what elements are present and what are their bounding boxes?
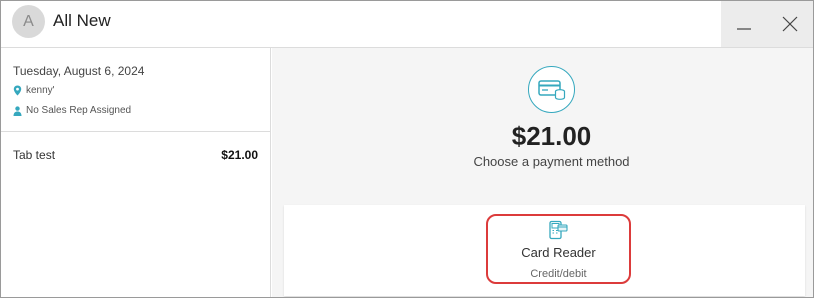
card-reader-icon	[549, 220, 568, 240]
tab-line-item[interactable]: Tab test $21.00	[13, 148, 258, 162]
payment-amount: $21.00	[511, 121, 592, 151]
order-info: Tuesday, August 6, 2024 kenny' No Sales …	[1, 48, 270, 132]
avatar: A	[12, 5, 45, 38]
card-reader-label: Card Reader	[521, 245, 596, 260]
order-date: Tuesday, August 6, 2024	[13, 64, 145, 78]
card-reader-sublabel: Credit/debit	[530, 268, 587, 280]
payment-methods: Card Reader Credit/debit	[284, 205, 805, 296]
window-title: All New	[53, 11, 111, 30]
card-reader-button[interactable]: Card Reader Credit/debit	[486, 214, 631, 284]
payment-prompt: Choose a payment method	[473, 154, 630, 169]
minimize-button[interactable]	[721, 1, 767, 47]
order-summary-panel: Tuesday, August 6, 2024 kenny' No Sales …	[1, 48, 271, 297]
title-bar: A All New	[1, 1, 813, 48]
map-pin-icon	[13, 85, 22, 96]
payment-panel: $21.00 Choose a payment method Card Read…	[272, 48, 813, 297]
sales-rep-row: No Sales Rep Assigned	[13, 105, 131, 116]
payment-window: A All New Tuesday, August 6, 2024 kenny'…	[0, 0, 814, 298]
sales-rep-label: No Sales Rep Assigned	[26, 105, 132, 116]
close-icon	[782, 16, 798, 32]
location-row: kenny'	[13, 85, 55, 96]
tab-amount: $21.00	[221, 148, 258, 162]
card-payment-icon	[528, 66, 575, 113]
location-label: kenny'	[26, 85, 55, 96]
close-button[interactable]	[767, 1, 813, 47]
window-controls	[721, 1, 813, 47]
person-icon	[13, 105, 22, 116]
tab-name: Tab test	[13, 148, 56, 162]
minimize-icon	[737, 28, 751, 30]
